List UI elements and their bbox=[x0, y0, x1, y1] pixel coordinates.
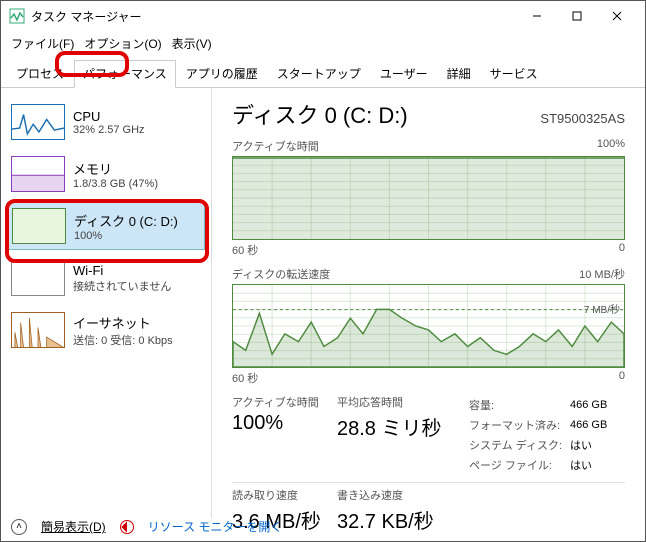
memory-thumb-icon bbox=[11, 156, 65, 192]
disk-model: ST9500325AS bbox=[540, 111, 625, 126]
title-bar: タスク マネージャー bbox=[1, 1, 645, 31]
menu-view[interactable]: 表示(V) bbox=[168, 33, 216, 54]
ethernet-sub: 送信: 0 受信: 0 Kbps bbox=[73, 332, 173, 348]
chart2-xright: 0 bbox=[619, 370, 625, 386]
stat-avg-response-value: 28.8 ミリ秒 bbox=[337, 412, 457, 441]
close-button[interactable] bbox=[597, 2, 637, 30]
window-title: タスク マネージャー bbox=[31, 8, 517, 25]
tab-services[interactable]: サービス bbox=[481, 60, 547, 87]
sidebar-item-cpu[interactable]: CPU32% 2.57 GHz bbox=[7, 98, 205, 146]
tab-details[interactable]: 詳細 bbox=[438, 60, 480, 87]
disk-title: ディスク 0 (C: D:) bbox=[74, 211, 178, 230]
stat-active-time-label: アクティブな時間 bbox=[232, 394, 327, 410]
sidebar-item-memory[interactable]: メモリ1.8/3.8 GB (47%) bbox=[7, 150, 205, 198]
stat-active-time-value: 100% bbox=[232, 412, 327, 435]
chart1-label: アクティブな時間 bbox=[232, 138, 319, 154]
chart1-xleft: 60 秒 bbox=[232, 242, 258, 258]
tab-users[interactable]: ユーザー bbox=[371, 60, 437, 87]
sidebar-item-wifi[interactable]: Wi-Fi接続されていません bbox=[7, 254, 205, 302]
tab-app-history[interactable]: アプリの履歴 bbox=[177, 60, 267, 87]
sidebar: CPU32% 2.57 GHz メモリ1.8/3.8 GB (47%) ディスク… bbox=[1, 88, 211, 518]
stat-write-speed-value: 32.7 KB/秒 bbox=[337, 505, 434, 534]
wifi-sub: 接続されていません bbox=[73, 278, 171, 294]
chart1-max: 100% bbox=[597, 138, 625, 154]
chart2-mid-label: 7 MB/秒 bbox=[584, 301, 620, 316]
memory-sub: 1.8/3.8 GB (47%) bbox=[73, 178, 158, 190]
chevron-up-icon[interactable]: ˄ bbox=[11, 519, 27, 535]
chart-transfer-speed: 7 MB/秒 bbox=[232, 284, 625, 368]
disk-thumb-icon bbox=[12, 208, 66, 244]
chart2-max: 10 MB/秒 bbox=[579, 266, 625, 282]
chart-active-time bbox=[232, 156, 625, 240]
stat-avg-response-label: 平均応答時間 bbox=[337, 394, 457, 410]
app-icon bbox=[9, 8, 25, 24]
ethernet-title: イーサネット bbox=[73, 313, 173, 332]
ethernet-thumb-icon bbox=[11, 312, 65, 348]
minimize-button[interactable] bbox=[517, 2, 557, 30]
cpu-sub: 32% 2.57 GHz bbox=[73, 124, 145, 136]
memory-title: メモリ bbox=[73, 159, 158, 178]
menu-file[interactable]: ファイル(F) bbox=[7, 33, 78, 54]
stat-read-speed-label: 読み取り速度 bbox=[232, 487, 327, 503]
sidebar-item-disk[interactable]: ディスク 0 (C: D:)100% bbox=[7, 202, 205, 250]
sidebar-item-ethernet[interactable]: イーサネット送信: 0 受信: 0 Kbps bbox=[7, 306, 205, 354]
menu-bar: ファイル(F) オプション(O) 表示(V) bbox=[1, 31, 645, 56]
tab-performance[interactable]: パフォーマンス bbox=[74, 60, 176, 88]
main-panel: ディスク 0 (C: D:) ST9500325AS アクティブな時間 100%… bbox=[211, 88, 645, 518]
chart1-xright: 0 bbox=[619, 242, 625, 258]
tab-bar: プロセス パフォーマンス アプリの履歴 スタートアップ ユーザー 詳細 サービス bbox=[1, 56, 645, 88]
stat-write-speed-label: 書き込み速度 bbox=[337, 487, 434, 503]
wifi-title: Wi-Fi bbox=[73, 263, 171, 278]
page-title: ディスク 0 (C: D:) bbox=[232, 98, 408, 130]
wifi-thumb-icon bbox=[11, 260, 65, 296]
tab-processes[interactable]: プロセス bbox=[7, 60, 73, 87]
resource-monitor-link[interactable]: リソース モニターを開く bbox=[148, 518, 283, 535]
cpu-thumb-icon bbox=[11, 104, 65, 140]
resource-monitor-icon bbox=[120, 520, 134, 534]
simple-view-link[interactable]: 簡易表示(D) bbox=[41, 518, 106, 535]
disk-info-table: 容量:466 GB フォーマット済み:466 GB システム ディスク:はい ペ… bbox=[467, 394, 615, 476]
chart2-label: ディスクの転送速度 bbox=[232, 266, 330, 282]
menu-options[interactable]: オプション(O) bbox=[80, 33, 165, 54]
cpu-title: CPU bbox=[73, 109, 145, 124]
maximize-button[interactable] bbox=[557, 2, 597, 30]
disk-sub: 100% bbox=[74, 230, 178, 242]
footer: ˄ 簡易表示(D) リソース モニターを開く bbox=[11, 518, 282, 535]
chart2-xleft: 60 秒 bbox=[232, 370, 258, 386]
tab-startup[interactable]: スタートアップ bbox=[268, 60, 370, 87]
